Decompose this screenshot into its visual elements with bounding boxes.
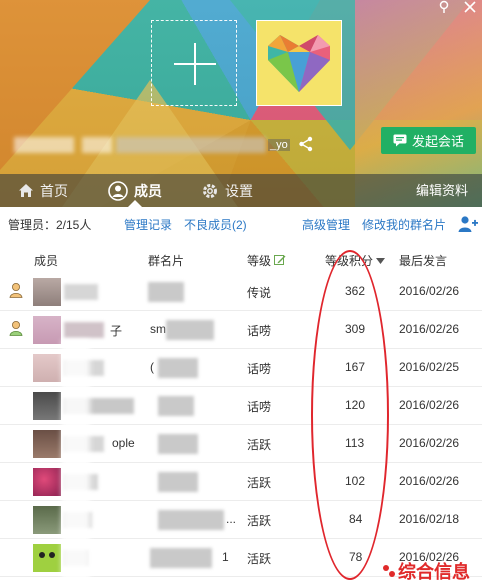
last-speak-cell: 2016/02/18 (399, 512, 460, 526)
level-cell: 话唠 (247, 362, 272, 376)
level-cell: 活跃 (247, 552, 272, 566)
last-speak-cell: 2016/02/26 (399, 284, 460, 298)
level-cell: 活跃 (247, 514, 272, 528)
card-blurred (158, 472, 198, 492)
card-cell: sm (150, 322, 166, 336)
nickname-cell: 子 (110, 324, 123, 338)
frog-face-icon (39, 552, 55, 558)
window-controls (438, 0, 476, 17)
col-member[interactable]: 成员 (34, 252, 58, 269)
card-blurred (158, 434, 198, 454)
col-last-speak[interactable]: 最后发言 (399, 252, 447, 269)
level-cell: 传说 (247, 286, 272, 300)
nickname-cell: ople (112, 436, 135, 450)
group-name-blur (14, 137, 74, 153)
tab-home-label: 首页 (40, 182, 68, 199)
privacy-blur-strip (62, 340, 90, 587)
close-icon[interactable] (464, 0, 476, 17)
level-cell: 活跃 (247, 476, 272, 490)
points-cell: 309 (345, 322, 366, 336)
col-level[interactable]: 等级 (247, 252, 286, 269)
tab-members[interactable]: 成员 (108, 174, 162, 207)
points-cell: 84 (349, 512, 363, 526)
member-table-header: 成员 群名片 等级 等级积分 最后发言 (0, 245, 482, 273)
last-speak-cell: 2016/02/26 (399, 436, 460, 450)
sort-down-icon (376, 258, 386, 264)
tab-members-label: 成员 (134, 182, 162, 199)
start-chat-button[interactable]: 发起会话 (381, 127, 476, 154)
last-speak-cell: 2016/02/26 (399, 474, 460, 488)
card-blurred (158, 358, 198, 378)
add-member-icon[interactable] (458, 215, 478, 236)
avatar[interactable] (33, 392, 61, 420)
add-photo-button[interactable] (151, 20, 237, 106)
edit-profile-link[interactable]: 编辑资料 (416, 174, 468, 207)
level-cell: 活跃 (247, 438, 272, 452)
heart-logo-icon (268, 35, 330, 92)
admin-icon (9, 320, 23, 339)
group-avatar[interactable] (256, 20, 342, 106)
col-card[interactable]: 群名片 (148, 252, 184, 269)
watermark-text: 综合信息 (398, 562, 470, 582)
pin-icon[interactable] (438, 0, 450, 17)
home-icon (19, 184, 33, 197)
avatar[interactable] (33, 316, 61, 344)
share-icon[interactable] (298, 136, 314, 155)
advanced-manage-link[interactable]: 高级管理 (302, 216, 350, 233)
tab-settings-label: 设置 (225, 182, 253, 199)
owner-icon (9, 282, 23, 301)
tab-home[interactable]: 首页 (18, 174, 68, 207)
gear-icon (203, 183, 217, 198)
card-cell: 1 (222, 550, 229, 564)
watermark: 综合信息 (382, 558, 470, 584)
card-cell: ( (150, 360, 154, 374)
avatar[interactable] (33, 354, 61, 382)
points-cell: 167 (345, 360, 366, 374)
admin-bar: 管理员：2/15人 管理记录 不良成员(2) 高级管理 修改我的群名片 (0, 207, 482, 241)
start-chat-label: 发起会话 (411, 134, 464, 149)
card-blurred (148, 282, 184, 302)
last-speak-cell: 2016/02/25 (399, 360, 460, 374)
points-cell: 102 (345, 474, 366, 488)
level-cell: 话唠 (247, 324, 272, 338)
points-cell: 78 (349, 550, 363, 564)
watermark-icon (383, 565, 395, 577)
avatar[interactable] (33, 506, 61, 534)
avatar[interactable] (33, 544, 61, 572)
avatar[interactable] (33, 278, 61, 306)
col-points-label: 等级积分 (325, 254, 374, 268)
card-cell: ... (226, 512, 237, 526)
card-blurred (150, 548, 212, 568)
card-blurred (166, 320, 214, 340)
manage-log-link[interactable]: 管理记录 (124, 216, 172, 233)
points-cell: 362 (345, 284, 366, 298)
edit-pencil-icon (274, 255, 286, 265)
group-name-line: _yo (14, 136, 314, 154)
card-blurred (158, 510, 224, 530)
col-points[interactable]: 等级积分 (325, 252, 386, 269)
card-blurred (158, 396, 194, 416)
avatar[interactable] (33, 468, 61, 496)
person-icon (108, 180, 128, 201)
col-level-label: 等级 (247, 254, 272, 268)
bad-members-link[interactable]: 不良成员(2) (184, 216, 247, 233)
admin-count: 管理员：2/15人 (8, 217, 92, 232)
last-speak-cell: 2016/02/26 (399, 398, 460, 412)
nickname-blurred (64, 322, 104, 338)
nickname-blurred (64, 284, 98, 300)
edit-my-card-link[interactable]: 修改我的群名片 (362, 216, 446, 233)
group-id: _yo (268, 139, 290, 151)
last-speak-cell: 2016/02/26 (399, 322, 460, 336)
table-row[interactable]: 传说 362 2016/02/26 (0, 273, 482, 311)
tab-bar: 首页 成员 设置 编辑资料 (0, 174, 482, 207)
chat-bubble-icon (393, 134, 407, 147)
points-cell: 120 (345, 398, 366, 412)
level-cell: 话唠 (247, 400, 272, 414)
avatar[interactable] (33, 430, 61, 458)
points-cell: 113 (345, 436, 365, 450)
tab-settings[interactable]: 设置 (201, 174, 253, 207)
